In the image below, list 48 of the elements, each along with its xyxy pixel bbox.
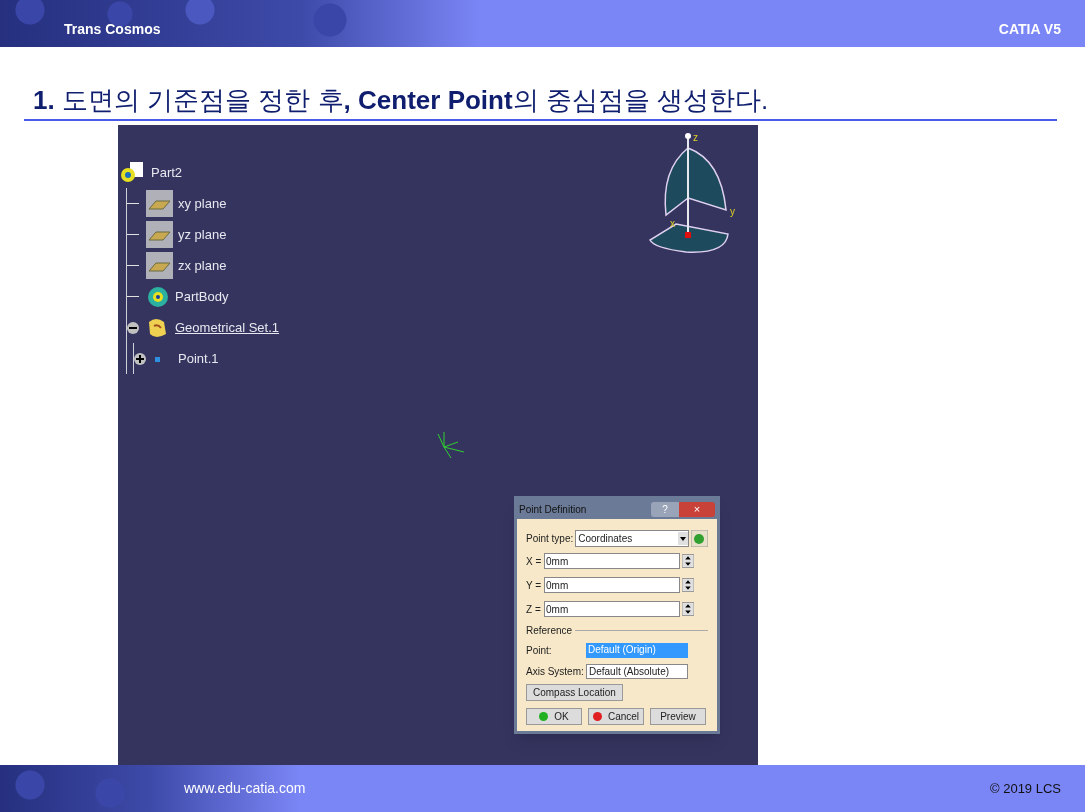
coordinate-field[interactable]: 0mm (544, 553, 680, 569)
point-type-dropdown[interactable]: Coordinates (575, 529, 689, 547)
tree-item[interactable]: PartBody (173, 286, 231, 307)
dialog-button[interactable]: OK (526, 708, 582, 725)
slide-title: 1. 도면의 기준점을 정한 후, Center Point의 중심점을 생성한다. (24, 83, 1057, 121)
coordinate-field[interactable]: 0mm (544, 577, 680, 593)
tree-item[interactable]: Geometrical Set.1 (173, 317, 282, 338)
brand-text: Trans Cosmos (64, 20, 161, 39)
collapse-icon[interactable] (127, 321, 139, 334)
part-icon (120, 160, 146, 185)
field-label: Point type: (526, 531, 574, 546)
point-icon (153, 354, 161, 363)
tree-item[interactable]: Part2 (149, 162, 185, 183)
point-type-icon (691, 529, 708, 547)
point-marker-icon (436, 430, 466, 460)
field-label: Axis System: (526, 665, 585, 679)
axis-label: y (730, 205, 735, 219)
product-text: CATIA V5 (998, 20, 1061, 39)
tree-item[interactable]: Point.1 (176, 348, 221, 369)
status-dot-icon (539, 712, 549, 721)
body-icon (146, 284, 170, 309)
spinner-icon (682, 601, 694, 617)
field-label: Point: (526, 644, 553, 658)
tree-item[interactable]: yz plane (176, 224, 229, 245)
spinner-icon (682, 553, 694, 569)
compass-location-button[interactable]: Compass Location (526, 684, 623, 701)
expand-icon[interactable] (134, 352, 146, 365)
plane-icon (146, 221, 173, 248)
copyright-text: © 2019 LCS (990, 779, 1061, 798)
dialog-title: Point Definition (519, 502, 587, 517)
tree-item[interactable]: zx plane (176, 255, 229, 276)
tree-item[interactable]: xy plane (176, 193, 229, 214)
spinner-icon (682, 577, 694, 593)
axis-label: z (693, 131, 698, 145)
dialog-button[interactable]: Cancel (588, 708, 644, 725)
status-dot-icon (592, 712, 602, 721)
field-label: X = (526, 554, 542, 569)
coordinate-field[interactable]: 0mm (544, 601, 680, 617)
close-button[interactable]: × (679, 501, 715, 517)
field-label: Y = (526, 578, 542, 593)
section-label: Reference (526, 624, 573, 638)
reference-field[interactable]: Default (Absolute) (586, 664, 688, 679)
plane-icon (146, 190, 173, 217)
field-label: Z = (526, 602, 542, 617)
dialog-button[interactable]: Preview (650, 708, 706, 725)
website-text: www.edu-catia.com (184, 779, 306, 798)
axis-label: x (670, 217, 675, 231)
plane-icon (146, 252, 173, 279)
